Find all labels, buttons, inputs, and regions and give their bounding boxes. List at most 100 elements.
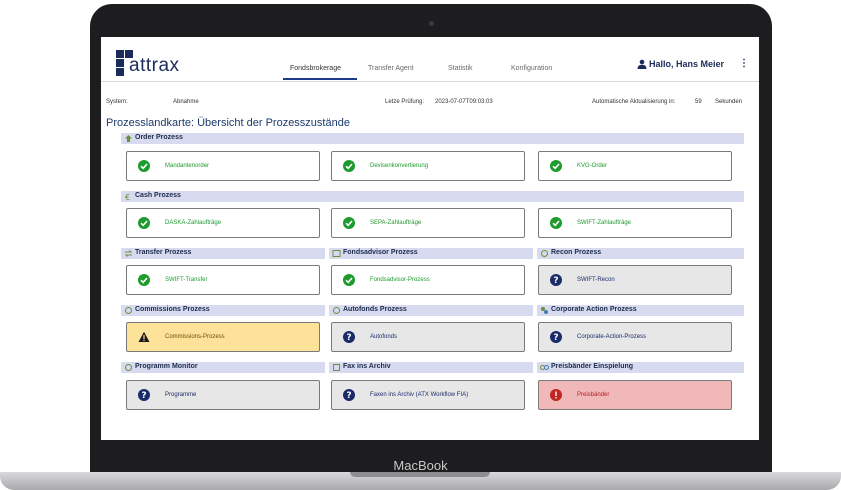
corporate-action-icon <box>541 307 548 314</box>
card-label: Mandantenorder <box>165 163 210 169</box>
section-title: Fax ins Archiv <box>343 363 391 370</box>
section-title: Autofonds Prozess <box>343 306 407 313</box>
logo-square <box>116 59 124 67</box>
check-icon <box>138 274 150 286</box>
card-label: KVG-Order <box>577 163 608 169</box>
attrax-logo[interactable]: attrax <box>116 50 196 76</box>
question-icon: ? <box>550 274 562 286</box>
svg-text:?: ? <box>346 391 351 401</box>
question-icon: ? <box>343 331 355 343</box>
section-title: Corporate Action Prozess <box>551 306 637 313</box>
section-fondsadvisor: Fondsadvisor Prozess <box>329 248 533 259</box>
card-label: Devisenkonvertierung <box>370 163 429 169</box>
section-programm-monitor: Programm Monitor <box>121 362 325 373</box>
check-value: 2023-07-07T09:03:03 <box>435 99 493 105</box>
system-value: Abnahme <box>173 99 199 105</box>
tab-fondsbrokerage[interactable]: Fondsbrokerage <box>290 65 341 72</box>
svg-text:?: ? <box>346 333 351 343</box>
check-label: Letze Prüfung: <box>385 99 425 105</box>
card-label: Preisbänder <box>577 392 610 398</box>
more-menu-icon[interactable]: ⋮ <box>739 58 749 69</box>
card-swift-zahlauftraege[interactable]: SWIFT-Zahlaufträge <box>538 208 732 238</box>
commissions-icon <box>125 307 132 314</box>
card-fondsadvisor-prozess[interactable]: Fondsadvisor-Prozess <box>331 265 525 295</box>
tab-statistik[interactable]: Statistik <box>448 65 473 72</box>
section-corporate-action: Corporate Action Prozess <box>537 305 744 316</box>
logo-square <box>116 68 124 76</box>
svg-text:€: € <box>125 193 130 201</box>
refresh-countdown: 59 <box>695 99 702 105</box>
section-title: Cash Prozess <box>135 192 181 199</box>
check-icon <box>138 160 150 172</box>
cash-icon: € <box>125 193 130 201</box>
system-label: System: <box>106 99 128 105</box>
laptop-notch <box>350 472 490 477</box>
section-title: Commissions Prozess <box>135 306 210 313</box>
card-preisbaender[interactable]: Preisbänder <box>538 380 732 410</box>
monitor-icon <box>125 364 132 371</box>
fax-icon <box>333 364 340 371</box>
card-daska-zahlauftraege[interactable]: DASKA-Zahlaufträge <box>126 208 320 238</box>
svg-text:?: ? <box>553 333 558 343</box>
preisbaender-icon <box>540 365 549 370</box>
card-corporate-action-prozess[interactable]: ? Corporate-Action-Prozess <box>538 322 732 352</box>
transfer-icon <box>124 250 133 257</box>
card-sepa-zahlauftraege[interactable]: SEPA-Zahlaufträge <box>331 208 525 238</box>
refresh-unit: Sekunden <box>715 99 743 105</box>
active-tab-indicator <box>283 78 357 80</box>
section-transfer: Transfer Prozess <box>121 248 325 259</box>
logo-square <box>116 50 124 58</box>
card-autofonds[interactable]: ? Autofonds <box>331 322 525 352</box>
card-label: SWIFT-Transfer <box>165 277 208 283</box>
section-title: Recon Prozess <box>551 249 602 256</box>
card-label: DASKA-Zahlaufträge <box>165 220 222 226</box>
user-greeting[interactable]: Hallo, Hans Meier <box>649 59 724 69</box>
warning-icon <box>138 331 150 342</box>
section-preisbaender: Preisbänder Einspielung <box>537 362 744 373</box>
card-label: Commissions-Prozess <box>165 334 225 340</box>
fondsadvisor-icon <box>332 250 341 257</box>
question-icon: ? <box>138 389 150 401</box>
page-title: Prozesslandkarte: Übersicht der Prozessz… <box>106 117 350 129</box>
section-title: Order Prozess <box>135 134 183 141</box>
card-devisenkonvertierung[interactable]: Devisenkonvertierung <box>331 151 525 181</box>
section-title: Fondsadvisor Prozess <box>343 249 418 256</box>
card-swift-recon[interactable]: ? SWIFT-Recon <box>538 265 732 295</box>
card-label: SEPA-Zahlaufträge <box>370 220 422 226</box>
card-label: Faxen ins Archiv (ATX Workflow FIA) <box>370 392 469 398</box>
card-label: Corporate-Action-Prozess <box>577 334 647 340</box>
svg-text:?: ? <box>141 391 146 401</box>
section-title: Transfer Prozess <box>135 249 192 256</box>
card-faxen-ins-archiv[interactable]: ? Faxen ins Archiv (ATX Workflow FIA) <box>331 380 525 410</box>
question-icon: ? <box>343 389 355 401</box>
section-order: Order Prozess <box>121 133 744 144</box>
check-icon <box>343 160 355 172</box>
tab-konfiguration[interactable]: Konfiguration <box>511 65 552 72</box>
card-mandantenorder[interactable]: Mandantenorder <box>126 151 320 181</box>
card-programme[interactable]: ? Programme <box>126 380 320 410</box>
card-label: SWIFT-Zahlaufträge <box>577 220 632 226</box>
section-autofonds: Autofonds Prozess <box>329 305 533 316</box>
section-recon: Recon Prozess <box>537 248 744 259</box>
order-icon <box>125 135 132 142</box>
recon-icon <box>541 250 548 257</box>
check-icon <box>550 160 562 172</box>
card-swift-transfer[interactable]: SWIFT-Transfer <box>126 265 320 295</box>
card-label: Autofonds <box>370 334 398 340</box>
card-label: Fondsadvisor-Prozess <box>370 277 430 283</box>
card-label: SWIFT-Recon <box>577 277 615 283</box>
section-commissions: Commissions Prozess <box>121 305 325 316</box>
question-icon: ? <box>550 331 562 343</box>
check-icon <box>343 274 355 286</box>
check-icon <box>138 217 150 229</box>
section-title: Programm Monitor <box>135 363 198 370</box>
autofonds-icon <box>333 307 340 314</box>
camera <box>429 21 434 26</box>
device-label: MacBook <box>393 458 448 473</box>
refresh-label: Automatische Aktualisierung in: <box>592 99 676 105</box>
tab-transfer-agent[interactable]: Transfer Agent <box>368 65 414 72</box>
card-commissions-prozess[interactable]: Commissions-Prozess <box>126 322 320 352</box>
card-kvg-order[interactable]: KVG-Order <box>538 151 732 181</box>
check-icon <box>550 217 562 229</box>
top-bar: attrax Fondsbrokerage Transfer Agent Sta… <box>101 37 759 82</box>
